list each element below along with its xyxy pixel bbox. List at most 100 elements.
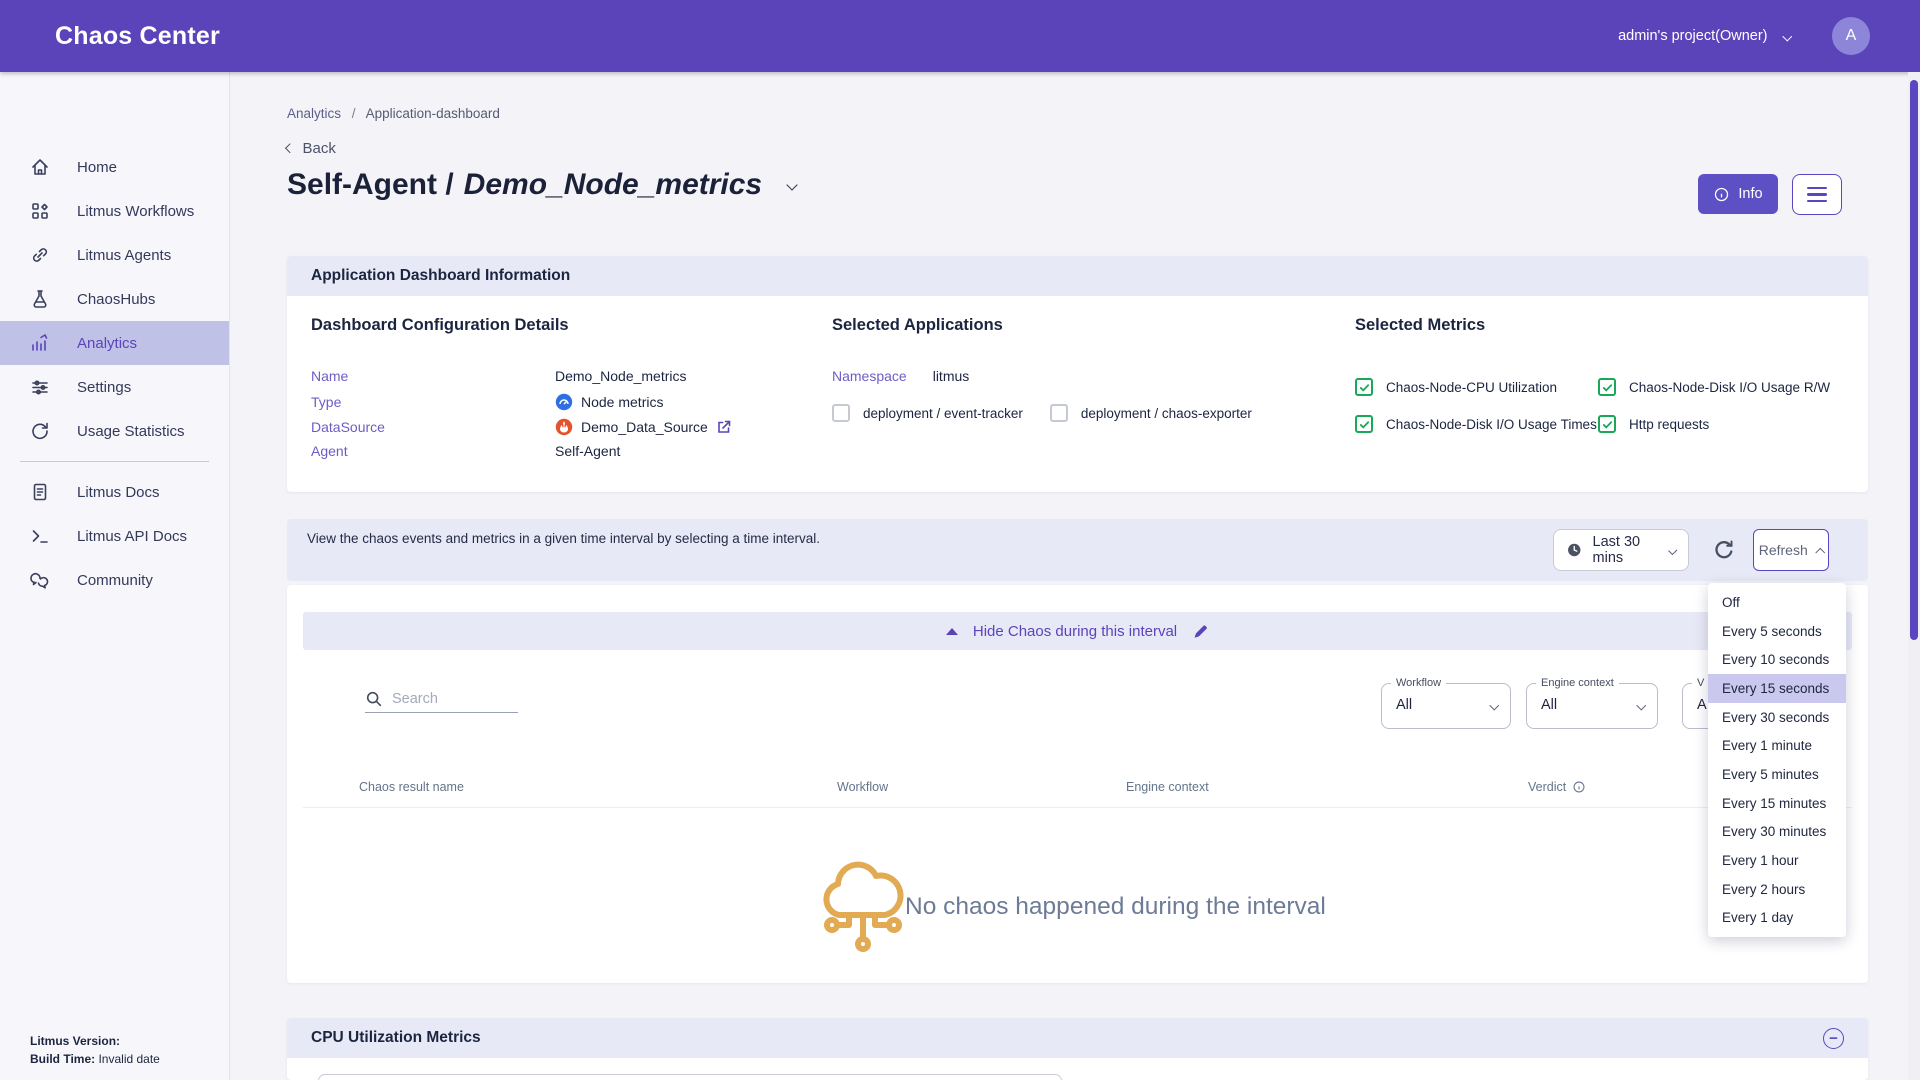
sidebar-item-label: ChaosHubs — [77, 291, 155, 308]
empty-state-message: No chaos happened during the interval — [905, 893, 1326, 921]
checkbox-unchecked[interactable] — [832, 404, 850, 422]
refresh-interval-menu: Off Every 5 seconds Every 10 seconds Eve… — [1708, 583, 1846, 937]
application-checkbox-row: deployment / event-tracker deployment / … — [832, 404, 1252, 422]
menu-item-every-5-minutes[interactable]: Every 5 minutes — [1708, 760, 1846, 789]
menu-item-every-15-minutes[interactable]: Every 15 minutes — [1708, 789, 1846, 818]
info-button[interactable]: Info — [1698, 174, 1778, 214]
build-time-label: Build Time: — [30, 1052, 95, 1066]
sidebar-item-settings[interactable]: Settings — [0, 365, 229, 409]
time-range-selector[interactable]: Last 30 mins — [1553, 529, 1689, 571]
menu-item-every-1-minute[interactable]: Every 1 minute — [1708, 731, 1846, 760]
cpu-panel-partial — [318, 1074, 1062, 1080]
chevron-left-icon — [286, 144, 295, 153]
scrollbar-thumb[interactable] — [1910, 80, 1918, 640]
workflows-icon — [30, 201, 50, 221]
workflow-filter-select[interactable]: Workflow All — [1381, 683, 1511, 729]
checkbox-checked[interactable] — [1598, 378, 1616, 396]
community-icon — [30, 570, 50, 590]
time-interval-bar: View the chaos events and metrics in a g… — [287, 519, 1868, 581]
menu-item-every-5-seconds[interactable]: Every 5 seconds — [1708, 617, 1846, 646]
checkbox-label: Chaos-Node-Disk I/O Usage Times — [1386, 417, 1598, 432]
menu-item-every-1-day[interactable]: Every 1 day — [1708, 904, 1846, 933]
back-link[interactable]: Back — [287, 140, 336, 157]
chaos-cloud-icon — [813, 853, 913, 957]
chevron-down-icon[interactable] — [1782, 31, 1791, 40]
agents-icon — [30, 245, 50, 265]
namespace-label: Namespace — [832, 368, 907, 384]
info-icon[interactable] — [1572, 780, 1586, 794]
select-value: All — [1396, 697, 1412, 713]
page-title: Self-Agent / Demo_Node_metrics — [287, 168, 796, 202]
menu-item-every-30-minutes[interactable]: Every 30 minutes — [1708, 818, 1846, 847]
back-label: Back — [303, 140, 336, 157]
engine-context-filter-select[interactable]: Engine context All — [1526, 683, 1658, 729]
checkbox-checked[interactable] — [1355, 415, 1373, 433]
triangle-up-icon[interactable] — [946, 628, 958, 635]
menu-item-every-1-hour[interactable]: Every 1 hour — [1708, 846, 1846, 875]
menu-item-every-10-seconds[interactable]: Every 10 seconds — [1708, 645, 1846, 674]
checkbox-checked[interactable] — [1355, 378, 1373, 396]
external-link-icon[interactable] — [716, 419, 732, 435]
check-icon — [1602, 419, 1613, 430]
menu-item-off[interactable]: Off — [1708, 588, 1846, 617]
sidebar-item-litmus-workflows[interactable]: Litmus Workflows — [0, 189, 229, 233]
sidebar-item-analytics[interactable]: Analytics — [0, 321, 229, 365]
sidebar-item-community[interactable]: Community — [0, 558, 229, 602]
collapse-minus-icon[interactable]: − — [1823, 1028, 1844, 1049]
project-switcher[interactable]: admin's project(Owner) A — [1618, 0, 1870, 72]
hide-chaos-label[interactable]: Hide Chaos during this interval — [973, 623, 1177, 640]
refresh-icon — [1712, 538, 1736, 562]
column-chaos-result-name: Chaos result name — [359, 780, 464, 794]
menu-item-every-30-seconds[interactable]: Every 30 seconds — [1708, 703, 1846, 732]
home-icon — [30, 157, 50, 177]
docs-icon — [30, 482, 50, 502]
sidebar-item-litmus-agents[interactable]: Litmus Agents — [0, 233, 229, 277]
project-label[interactable]: admin's project(Owner) — [1618, 28, 1767, 44]
sidebar-item-litmus-docs[interactable]: Litmus Docs — [0, 470, 229, 514]
edit-pencil-icon[interactable] — [1192, 623, 1209, 640]
sidebar-item-label: Litmus Agents — [77, 247, 171, 264]
search-field[interactable] — [365, 685, 518, 713]
info-button-label: Info — [1738, 186, 1762, 202]
info-icon — [1713, 186, 1730, 203]
checkbox-unchecked[interactable] — [1050, 404, 1068, 422]
sidebar-item-label: Usage Statistics — [77, 423, 185, 440]
top-header-bar: Chaos Center admin's project(Owner) A — [0, 0, 1920, 72]
menu-item-every-2-hours[interactable]: Every 2 hours — [1708, 875, 1846, 904]
avatar[interactable]: A — [1832, 17, 1870, 55]
search-input[interactable] — [392, 691, 502, 707]
sidebar-item-chaoshubs[interactable]: ChaosHubs — [0, 277, 229, 321]
namespace-row: Namespace litmus — [832, 368, 969, 384]
title-agent: Self-Agent / — [287, 168, 454, 202]
checkbox-label: Chaos-Node-Disk I/O Usage R/W — [1629, 380, 1830, 395]
breadcrumb-analytics[interactable]: Analytics — [287, 106, 341, 121]
dashboard-info-card: Application Dashboard Information Dashbo… — [287, 256, 1868, 492]
metric-checkbox-row: Chaos-Node-CPU Utilization Chaos-Node-Di… — [1355, 378, 1830, 396]
sidebar-item-home[interactable]: Home — [0, 145, 229, 189]
select-label: V — [1692, 677, 1709, 689]
check-icon — [1359, 382, 1370, 393]
clock-icon — [1566, 540, 1583, 560]
dashboard-info-header: Application Dashboard Information — [287, 256, 1868, 296]
version-info: Litmus Version: Build Time: Invalid date — [30, 1032, 160, 1068]
refresh-interval-button[interactable]: Refresh — [1753, 529, 1829, 571]
refresh-now-button[interactable] — [1711, 538, 1737, 564]
breadcrumb: Analytics / Application-dashboard — [287, 106, 500, 121]
sidebar-item-usage-statistics[interactable]: Usage Statistics — [0, 409, 229, 453]
checkbox-label: deployment / event-tracker — [863, 406, 1023, 421]
app-canvas: Chaos Center admin's project(Owner) A Ho… — [0, 0, 1920, 1080]
sidebar-item-litmus-api-docs[interactable]: Litmus API Docs — [0, 514, 229, 558]
dashboard-menu-button[interactable] — [1792, 174, 1842, 215]
analytics-icon — [30, 333, 50, 353]
config-row-datasource: DataSource Demo_Data_Source — [311, 418, 732, 436]
checkbox-label: Chaos-Node-CPU Utilization — [1386, 380, 1598, 395]
checkbox-checked[interactable] — [1598, 415, 1616, 433]
hide-chaos-toggle[interactable]: Hide Chaos during this interval — [303, 612, 1852, 650]
search-icon — [365, 690, 383, 708]
chevron-down-icon[interactable] — [786, 179, 797, 190]
menu-item-every-15-seconds[interactable]: Every 15 seconds — [1708, 674, 1846, 703]
config-row-type: Type Node metrics — [311, 393, 663, 411]
api-docs-icon — [30, 526, 50, 546]
check-icon — [1602, 382, 1613, 393]
chaos-table-header: Chaos result name Workflow Engine contex… — [287, 780, 1868, 800]
